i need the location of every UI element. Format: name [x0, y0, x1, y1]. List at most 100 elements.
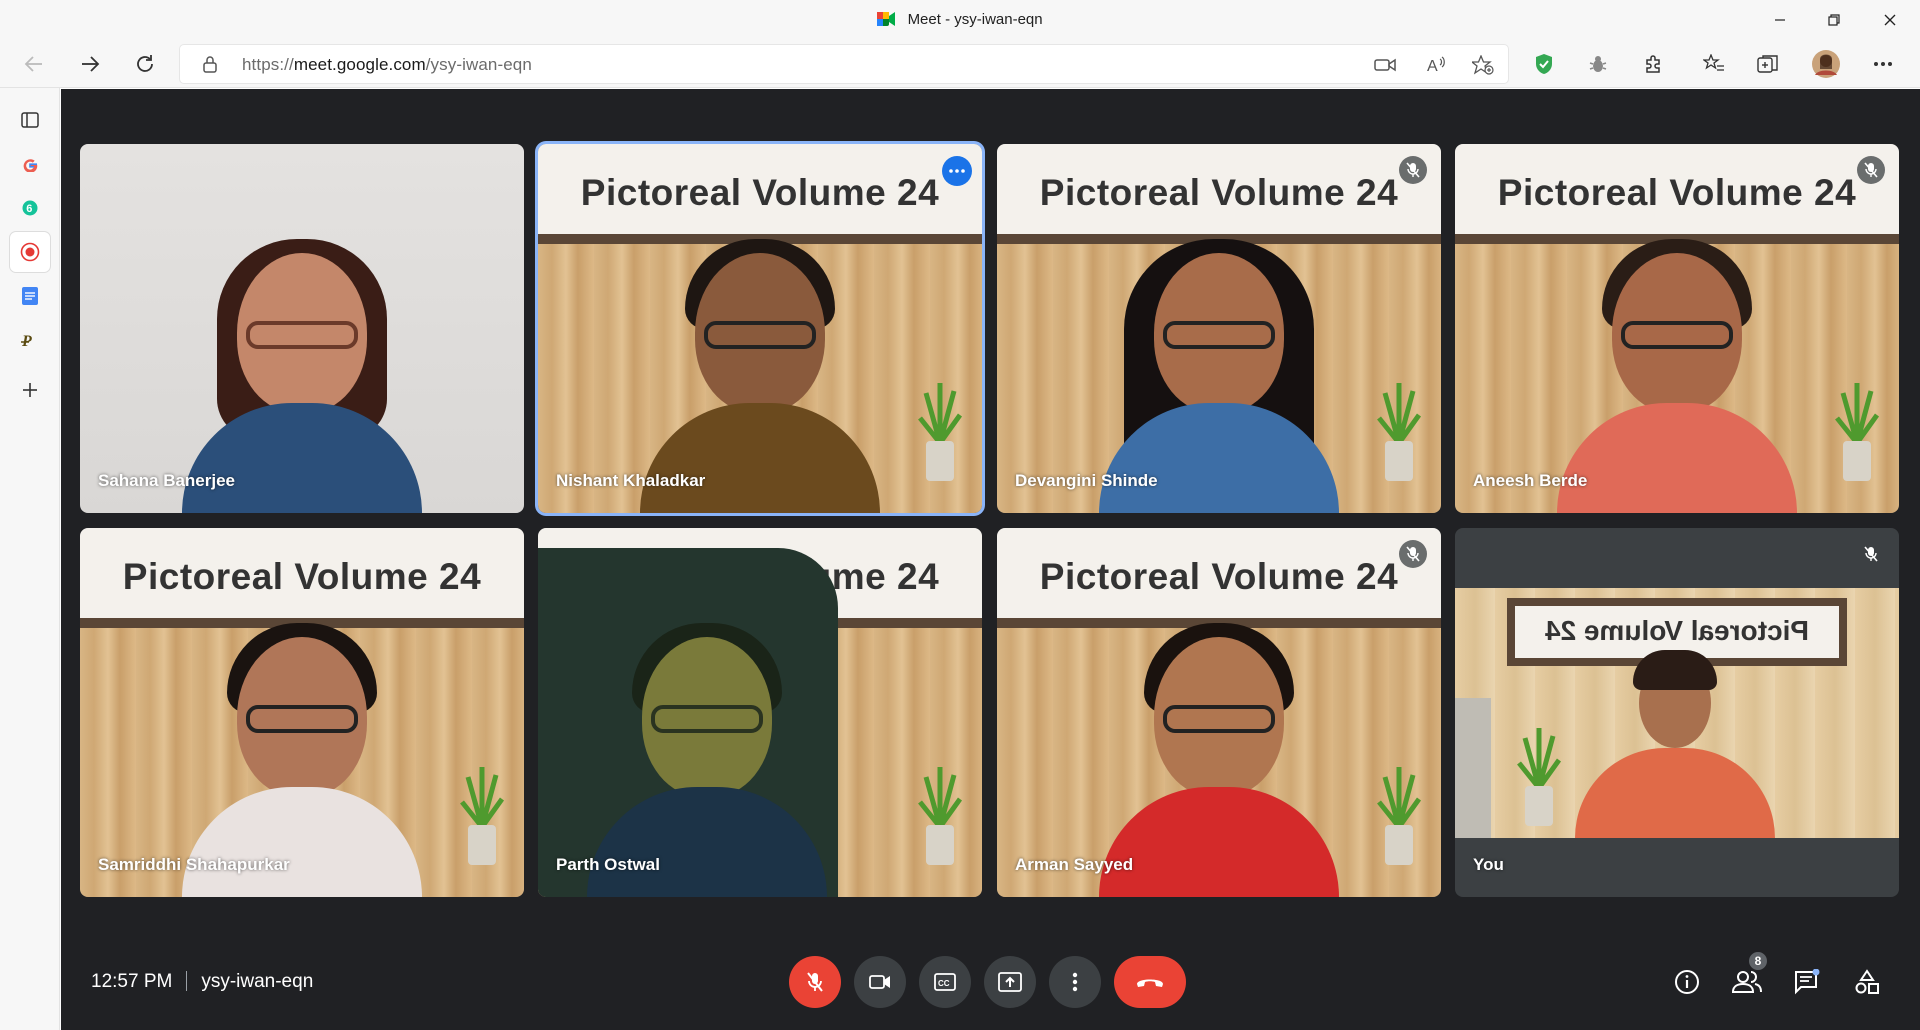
self-person	[1575, 638, 1775, 838]
present-screen-button[interactable]	[984, 956, 1036, 1008]
browser-menu-button[interactable]	[1865, 46, 1901, 82]
close-window-button[interactable]	[1862, 0, 1918, 40]
plant-decoration	[918, 767, 963, 865]
bookshelf	[1455, 698, 1491, 838]
sidebar-item-screen-recorder[interactable]	[10, 232, 50, 272]
arrow-left-icon	[24, 56, 42, 72]
read-aloud-button[interactable]: A	[1424, 52, 1450, 78]
virtual-background-banner: Pictoreal Volume 24	[80, 528, 524, 628]
adguard-extension-button[interactable]	[1526, 46, 1562, 82]
banner-text: Pictoreal Volume 24	[122, 556, 482, 597]
docs-icon	[22, 287, 38, 305]
close-icon	[1884, 14, 1896, 26]
more-options-button[interactable]	[1049, 956, 1101, 1008]
virtual-background-banner: Pictoreal Volume 24	[997, 528, 1441, 628]
meeting-info: 12:57 PM ysy-iwan-eqn	[91, 971, 313, 993]
participant-name: Devangini Shinde	[1015, 471, 1158, 490]
closed-captions-icon: CC	[934, 973, 956, 991]
banner-text: Pictoreal Volume 24	[1039, 556, 1399, 597]
chat-button[interactable]	[1787, 962, 1827, 1002]
profile-button[interactable]	[1808, 46, 1844, 82]
more-vertical-icon	[1072, 972, 1078, 992]
meeting-details-button[interactable]	[1667, 962, 1707, 1002]
url-scheme: https://	[242, 55, 294, 74]
minimize-button[interactable]	[1752, 0, 1808, 40]
participant-tile[interactable]: Sahana Banerjee	[80, 144, 524, 513]
plant-decoration	[460, 767, 505, 865]
banner-text: Pictoreal Volume 24	[1497, 172, 1857, 213]
mic-off-icon	[1406, 546, 1420, 562]
participant-name: Nishant Khaladkar	[556, 471, 706, 490]
video-camera-icon	[1374, 58, 1396, 72]
participant-tile-active[interactable]: Pictoreal Volume 24 Nishant Khaladkar	[538, 144, 982, 513]
avatar	[1812, 50, 1840, 78]
muted-indicator	[1399, 540, 1427, 568]
leave-call-button[interactable]	[1114, 956, 1186, 1008]
sidebar-item-docs[interactable]	[10, 276, 50, 316]
star-add-icon	[1472, 55, 1494, 75]
participant-tile[interactable]: Pictoreal Volume 24 Parth Ostwal	[538, 528, 982, 897]
lock-icon	[203, 56, 217, 73]
restore-button[interactable]	[1806, 0, 1862, 40]
participant-tile[interactable]: Pictoreal Volume 24 Devangini Shinde	[997, 144, 1441, 513]
mic-off-icon	[1406, 162, 1420, 178]
screen-recorder-icon	[20, 242, 40, 262]
activities-button[interactable]	[1847, 962, 1887, 1002]
more-horizontal-icon	[949, 169, 965, 173]
address-bar[interactable]: https://meet.google.com/ysy-iwan-eqn A	[180, 45, 1508, 83]
more-horizontal-icon	[1874, 62, 1892, 66]
sidebar-item-add[interactable]	[10, 370, 50, 410]
plant-decoration	[1835, 383, 1880, 481]
window-title-wrap: Meet - ysy-iwan-eqn	[0, 11, 1920, 28]
camera-toggle-button[interactable]	[854, 956, 906, 1008]
sidebar-item-pocket[interactable]: P	[10, 320, 50, 360]
google-icon	[23, 159, 38, 172]
self-view-tile[interactable]: Pictoreal Volume 24 You	[1455, 528, 1899, 897]
read-aloud-icon: A	[1427, 56, 1445, 74]
sidebar-item-grammarly[interactable]: 6	[10, 188, 50, 228]
participant-tile[interactable]: Pictoreal Volume 24 Aneesh Berde	[1455, 144, 1899, 513]
url-host: meet.google.com	[293, 55, 426, 74]
plant-decoration	[1377, 767, 1422, 865]
refresh-button[interactable]	[127, 46, 163, 82]
add-favorite-button[interactable]	[1470, 52, 1496, 78]
back-button[interactable]	[16, 46, 52, 82]
muted-indicator	[1857, 156, 1885, 184]
forward-button[interactable]	[72, 46, 108, 82]
url-text: https://meet.google.com/ysy-iwan-eqn	[242, 55, 532, 75]
pocket-icon: P	[21, 333, 32, 348]
muted-indicator	[1399, 156, 1427, 184]
captions-button[interactable]: CC	[919, 956, 971, 1008]
camera-permission-button[interactable]	[1372, 52, 1398, 78]
restore-icon	[1828, 14, 1840, 26]
participant-tile[interactable]: Pictoreal Volume 24 Samriddhi Shahapurka…	[80, 528, 524, 897]
plant-decoration	[918, 383, 963, 481]
minimize-icon	[1775, 19, 1785, 21]
collections-icon	[1757, 55, 1778, 73]
people-button[interactable]: 8	[1727, 950, 1769, 1002]
activities-shapes-icon	[1855, 969, 1879, 994]
microphone-toggle-button[interactable]	[789, 956, 841, 1008]
mic-off-icon	[1864, 162, 1878, 178]
participant-name: You	[1473, 855, 1504, 874]
video-camera-icon	[869, 975, 890, 989]
grammarly-icon: 6	[22, 200, 38, 216]
favorites-list-icon	[1703, 54, 1724, 71]
extensions-button[interactable]	[1635, 46, 1671, 82]
banner-text: Pictoreal Volume 24	[580, 172, 940, 213]
participant-options-button[interactable]	[942, 156, 972, 186]
window-title: Meet - ysy-iwan-eqn	[907, 11, 1043, 28]
sidebar-item-tab-actions[interactable]	[10, 100, 50, 140]
shield-check-icon	[1536, 54, 1552, 74]
favorites-button[interactable]	[1696, 46, 1732, 82]
participant-name: Arman Sayyed	[1015, 855, 1134, 874]
mic-off-icon	[807, 972, 823, 992]
collections-button[interactable]	[1750, 46, 1786, 82]
sidebar-item-google[interactable]	[10, 144, 50, 184]
window-titlebar: Meet - ysy-iwan-eqn	[0, 0, 1920, 40]
chat-icon	[1795, 969, 1820, 995]
participant-tile[interactable]: Pictoreal Volume 24 Arman Sayyed	[997, 528, 1441, 897]
participant-video	[1557, 233, 1797, 513]
bug-extension-button[interactable]	[1580, 46, 1616, 82]
svg-text:P: P	[21, 333, 32, 348]
